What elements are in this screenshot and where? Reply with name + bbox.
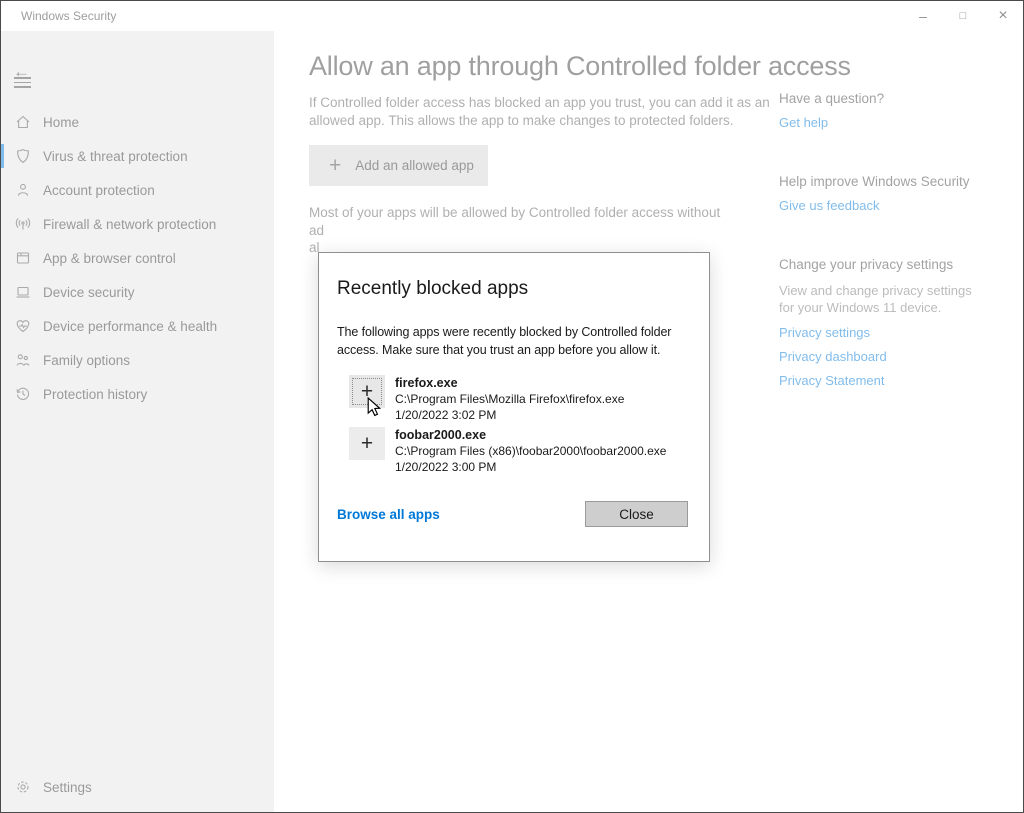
app-name: foobar2000.exe [395, 427, 666, 443]
blocked-apps-list: + firefox.exe C:\Program Files\Mozilla F… [337, 375, 691, 475]
app-info: foobar2000.exe C:\Program Files (x86)\fo… [395, 427, 666, 475]
dialog-title: Recently blocked apps [337, 278, 691, 300]
app-path: C:\Program Files (x86)\foobar2000\foobar… [395, 443, 666, 459]
mouse-cursor-icon [367, 397, 381, 422]
window-frame: Windows Security – □ × ← Home Virus & th… [0, 0, 1024, 813]
dialog-body-text: The following apps were recently blocked… [337, 323, 693, 359]
blocked-app-row: + firefox.exe C:\Program Files\Mozilla F… [337, 375, 691, 423]
app-info: firefox.exe C:\Program Files\Mozilla Fir… [395, 375, 624, 423]
plus-icon: + [361, 432, 373, 455]
app-path: C:\Program Files\Mozilla Firefox\firefox… [395, 391, 624, 407]
app-blocked-time: 1/20/2022 3:00 PM [395, 459, 666, 475]
dialog-footer: Browse all apps Close [337, 501, 688, 527]
app-blocked-time: 1/20/2022 3:02 PM [395, 407, 624, 423]
dialog-close-button[interactable]: Close [585, 501, 688, 527]
browse-all-apps-link[interactable]: Browse all apps [337, 507, 440, 522]
blocked-app-row: + foobar2000.exe C:\Program Files (x86)\… [337, 427, 691, 475]
allow-app-button-foobar2000[interactable]: + [349, 427, 385, 460]
app-name: firefox.exe [395, 375, 624, 391]
